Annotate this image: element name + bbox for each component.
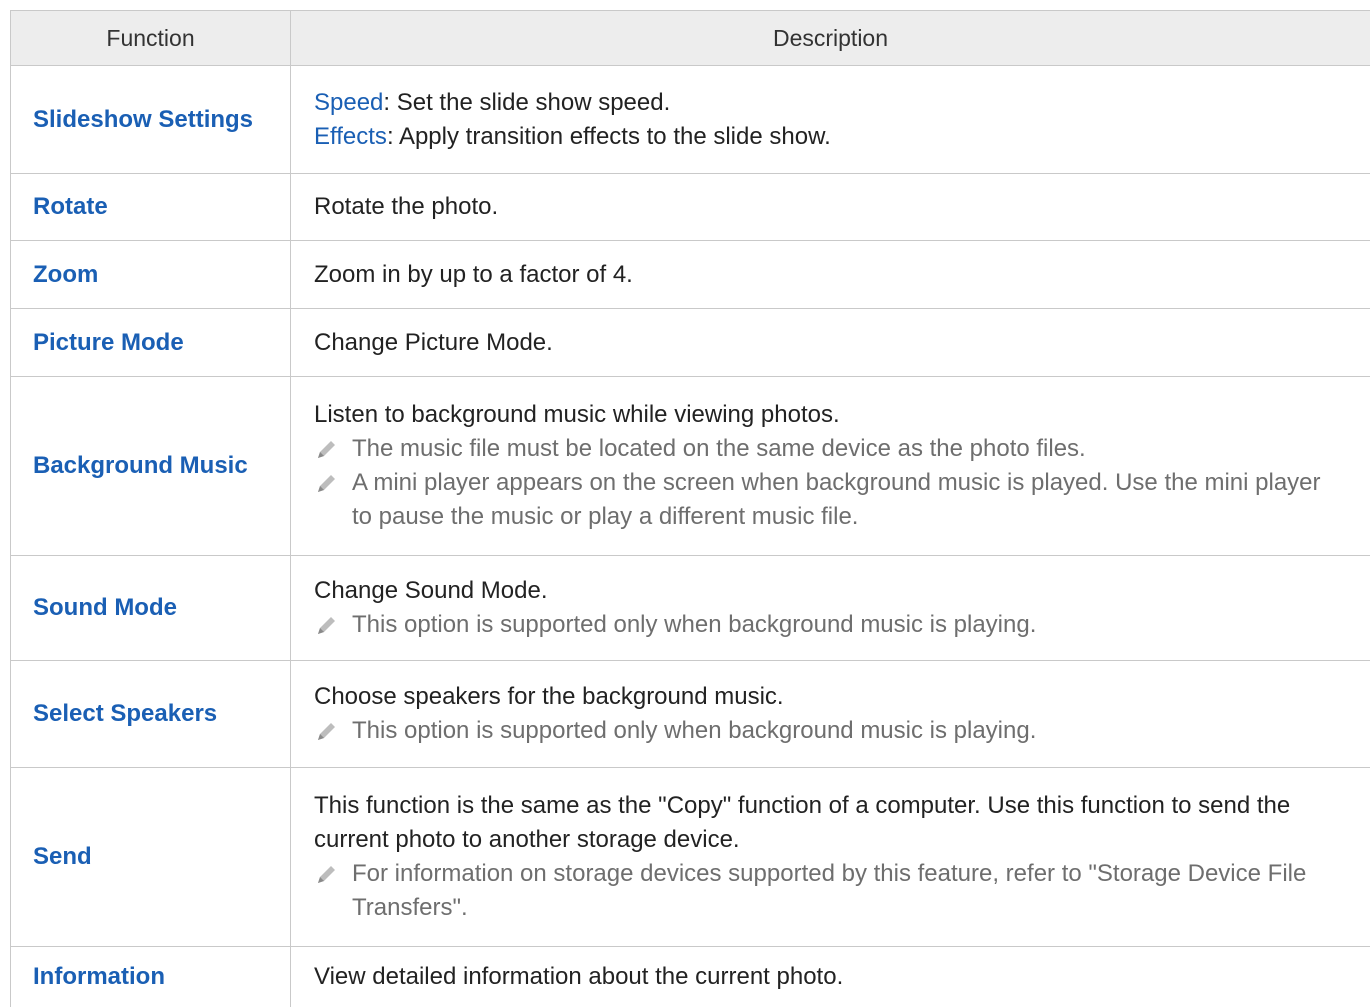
note: This option is supported only when backg…	[314, 608, 1340, 642]
function-cell: Select Speakers	[11, 661, 291, 767]
note: For information on storage devices suppo…	[314, 857, 1340, 925]
description-cell: Change Sound Mode. This option is suppor…	[291, 556, 1370, 660]
function-table: Function Description Slideshow Settings …	[10, 10, 1370, 1007]
description-text: This function is the same as the "Copy" …	[314, 792, 1291, 853]
function-cell: Sound Mode	[11, 556, 291, 660]
table-row: Sound Mode Change Sound Mode. This optio…	[10, 556, 1370, 661]
description-cell: Listen to background music while viewing…	[291, 377, 1370, 555]
note-text: This option is supported only when backg…	[352, 611, 1037, 638]
description-text: Change Sound Mode.	[314, 577, 548, 604]
description-line: Effects: Apply transition effects to the…	[314, 120, 1340, 154]
pencil-note-icon	[314, 432, 352, 466]
function-cell: Rotate	[11, 174, 291, 240]
function-name: Picture Mode	[33, 328, 184, 356]
description-cell: This function is the same as the "Copy" …	[291, 768, 1370, 946]
keyword: Effects	[314, 122, 387, 150]
table-row: Information View detailed information ab…	[10, 947, 1370, 1007]
note-text: A mini player appears on the screen when…	[352, 469, 1321, 530]
table-header: Function Description	[10, 11, 1370, 66]
table-row: Background Music Listen to background mu…	[10, 377, 1370, 556]
table-row: Send This function is the same as the "C…	[10, 768, 1370, 947]
function-name: Rotate	[33, 193, 108, 220]
header-description-cell: Description	[291, 11, 1370, 65]
function-name: Information	[33, 963, 165, 990]
pencil-note-icon	[314, 714, 352, 748]
function-name: Send	[33, 843, 92, 870]
function-cell: Picture Mode	[11, 309, 291, 376]
note-text: The music file must be located on the sa…	[352, 435, 1086, 462]
description-text: Change Picture Mode.	[314, 328, 553, 356]
table-row: Rotate Rotate the photo.	[10, 174, 1370, 241]
description-text: View detailed information about the curr…	[314, 963, 844, 990]
table-row: Slideshow Settings Speed: Set the slide …	[10, 66, 1370, 174]
function-cell: Slideshow Settings	[11, 66, 291, 173]
description-text: Rotate the photo.	[314, 193, 499, 220]
header-description-label: Description	[772, 24, 889, 51]
function-name: Zoom	[33, 260, 99, 288]
function-name: Slideshow Settings	[33, 105, 254, 133]
note: This option is supported only when backg…	[314, 714, 1340, 748]
description-cell: Choose speakers for the background music…	[291, 661, 1370, 767]
pencil-note-icon	[314, 608, 352, 642]
description-cell: Change Picture Mode.	[291, 309, 1370, 376]
header-function-label: Function	[106, 24, 195, 51]
note-text: For information on storage devices suppo…	[352, 860, 1307, 921]
function-cell: Information	[11, 947, 291, 1007]
function-cell: Zoom	[11, 241, 291, 308]
table-row: Zoom Zoom in by up to a factor of 4.	[10, 241, 1370, 309]
description-text: Zoom in by up to a factor of 4.	[314, 260, 633, 288]
note: The music file must be located on the sa…	[314, 432, 1340, 466]
description-text: : Set the slide show speed.	[383, 88, 671, 116]
pencil-note-icon	[314, 466, 352, 534]
description-cell: View detailed information about the curr…	[291, 947, 1370, 1007]
description-cell: Rotate the photo.	[291, 174, 1370, 240]
description-cell: Speed: Set the slide show speed. Effects…	[291, 66, 1370, 173]
function-name: Select Speakers	[33, 700, 218, 727]
description-text: Listen to background music while viewing…	[314, 401, 840, 428]
description-text: : Apply transition effects to the slide …	[386, 122, 831, 150]
function-name: Background Music	[33, 452, 248, 479]
keyword: Speed	[314, 88, 384, 116]
function-cell: Background Music	[11, 377, 291, 555]
function-name: Sound Mode	[33, 594, 177, 621]
description-line: Speed: Set the slide show speed.	[314, 86, 1340, 120]
header-function-cell: Function	[11, 11, 291, 65]
table-row: Select Speakers Choose speakers for the …	[10, 661, 1370, 768]
pencil-note-icon	[314, 857, 352, 925]
table-row: Picture Mode Change Picture Mode.	[10, 309, 1370, 377]
description-cell: Zoom in by up to a factor of 4.	[291, 241, 1370, 308]
description-text: Choose speakers for the background music…	[314, 683, 784, 710]
function-cell: Send	[11, 768, 291, 946]
note-text: This option is supported only when backg…	[352, 717, 1037, 744]
note: A mini player appears on the screen when…	[314, 466, 1340, 534]
